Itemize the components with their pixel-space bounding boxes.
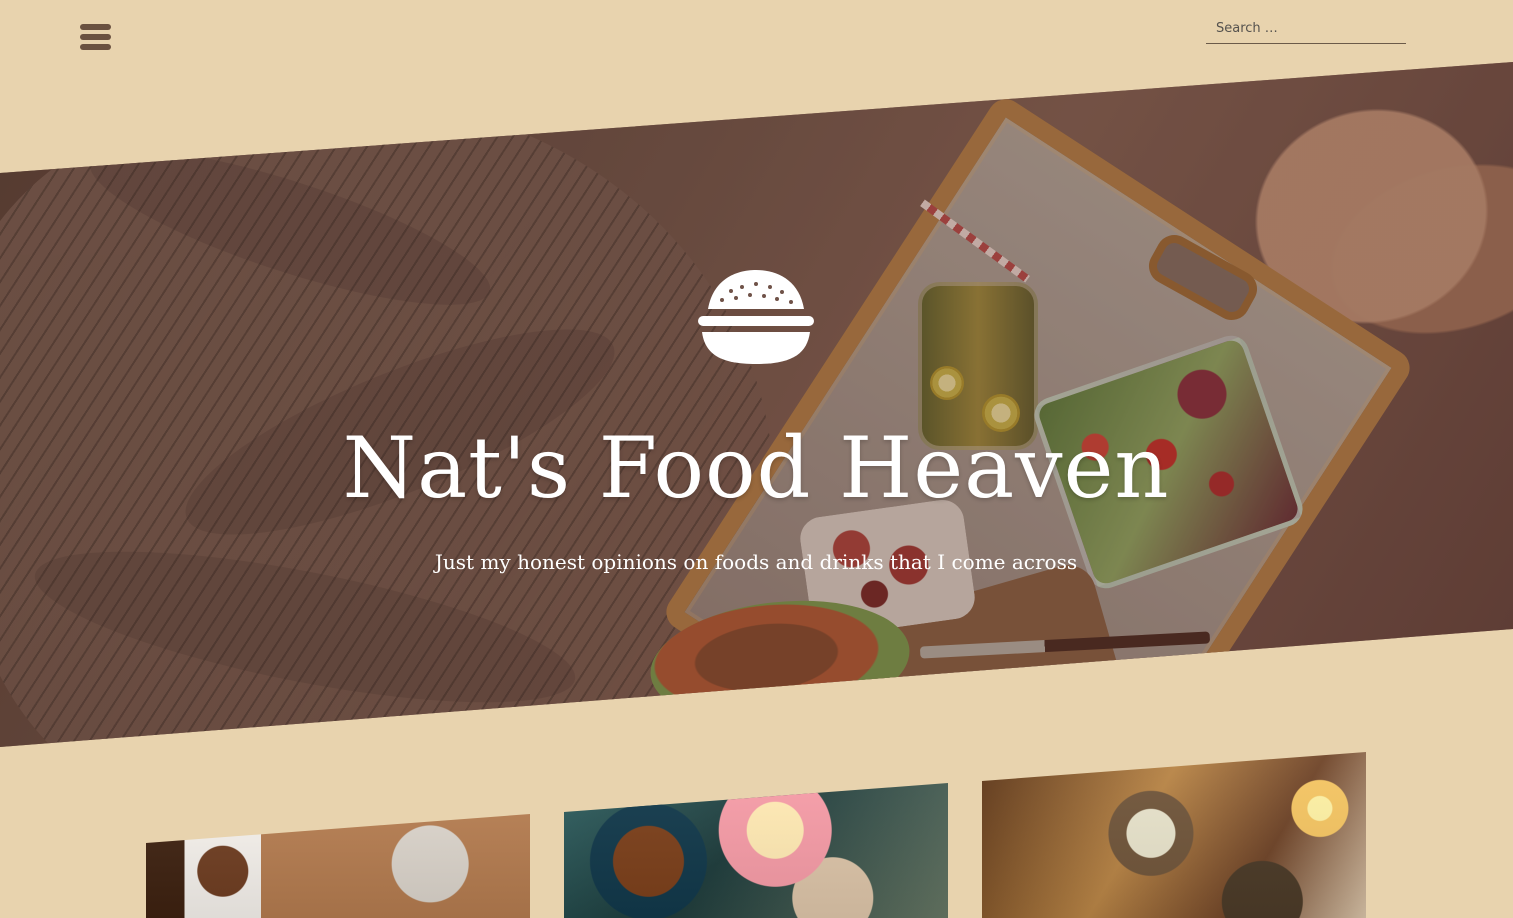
site-tagline: Just my honest opinions on foods and dri… xyxy=(434,550,1078,574)
search-box xyxy=(1206,16,1406,44)
post-card[interactable] xyxy=(982,752,1366,918)
menu-bar xyxy=(80,44,111,50)
food-post-image xyxy=(564,783,948,918)
food-post-image xyxy=(146,814,530,918)
post-card[interactable] xyxy=(564,783,948,918)
post-card[interactable] xyxy=(146,814,530,918)
hero-banner: Nat's Food Heaven Just my honest opinion… xyxy=(0,62,1513,747)
menu-bar xyxy=(80,34,111,40)
hero-overlay xyxy=(0,62,1513,747)
search-input[interactable] xyxy=(1206,16,1396,40)
menu-bar xyxy=(80,24,111,30)
site-title[interactable]: Nat's Food Heaven xyxy=(328,417,1184,519)
hamburger-menu-icon[interactable] xyxy=(80,24,111,52)
food-post-image xyxy=(982,752,1366,918)
burger-icon xyxy=(698,270,814,364)
site-header xyxy=(0,0,1513,62)
post-grid xyxy=(0,748,1513,918)
